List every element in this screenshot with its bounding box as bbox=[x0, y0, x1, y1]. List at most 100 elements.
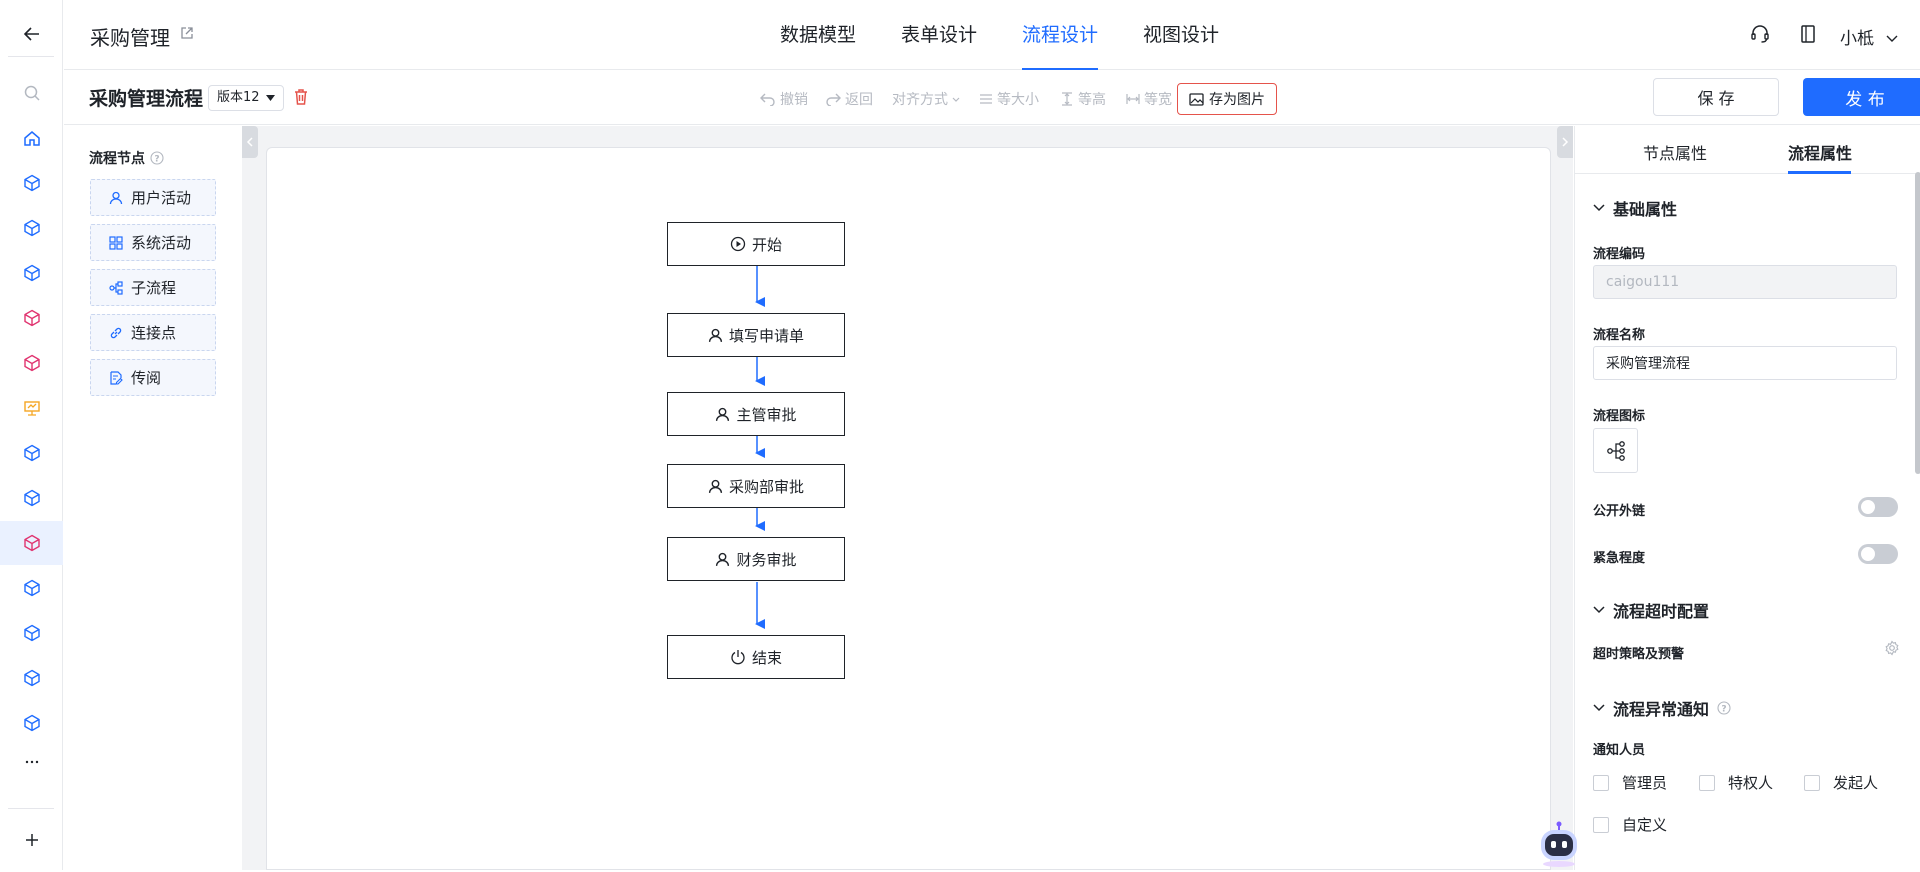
notify-checkbox-custom[interactable]: 自定义 bbox=[1593, 814, 1667, 835]
link-icon bbox=[110, 327, 122, 338]
properties-panel: 节点属性 流程属性 基础属性 流程编码 流程名称 流程图标 公开外链 紧急程度 … bbox=[1574, 126, 1920, 870]
process-icon-picker[interactable] bbox=[1593, 428, 1638, 473]
home-icon[interactable] bbox=[0, 116, 63, 160]
assistant-bot-icon[interactable] bbox=[1536, 820, 1582, 868]
save-as-image-button[interactable]: 存为图片 bbox=[1177, 83, 1277, 115]
main-tabs: 数据模型 表单设计 流程设计 视图设计 bbox=[780, 0, 1264, 70]
cube-icon[interactable] bbox=[0, 251, 63, 295]
collapse-right-button[interactable] bbox=[1557, 126, 1573, 158]
flow-name: 采购管理流程 bbox=[89, 88, 204, 110]
app-title: 采购管理 bbox=[90, 26, 170, 50]
help-icon[interactable]: ? bbox=[150, 151, 164, 165]
cube-icon[interactable] bbox=[0, 521, 63, 565]
section-exception-notify[interactable]: 流程异常通知 ? bbox=[1593, 696, 1731, 720]
checkbox-box[interactable] bbox=[1593, 774, 1609, 791]
external-link-icon[interactable] bbox=[180, 25, 194, 44]
subflow-icon bbox=[109, 280, 123, 295]
flow-node-start[interactable]: 开始 bbox=[667, 222, 845, 266]
save-button[interactable]: 保 存 bbox=[1653, 78, 1779, 116]
palette-item-label: 传阅 bbox=[131, 369, 162, 387]
flow-node-label: 财务审批 bbox=[736, 550, 797, 569]
flow-node-fill-application[interactable]: 填写申请单 bbox=[667, 313, 845, 357]
flow-node-end[interactable]: 结束 bbox=[667, 635, 845, 679]
search-icon[interactable] bbox=[0, 71, 63, 115]
help-icon[interactable]: ? bbox=[1717, 701, 1731, 715]
more-icon[interactable] bbox=[0, 740, 63, 784]
active-tab-indicator bbox=[1788, 171, 1851, 174]
notify-checkbox-admin[interactable]: 管理员 bbox=[1593, 772, 1667, 793]
cube-icon[interactable] bbox=[0, 296, 63, 340]
document-edit-icon bbox=[110, 370, 123, 385]
palette-item-user-activity[interactable]: 用户活动 bbox=[90, 179, 216, 216]
public-link-toggle[interactable] bbox=[1858, 497, 1898, 517]
palette-item-label: 系统活动 bbox=[131, 234, 192, 252]
chevron-left-icon bbox=[246, 137, 253, 147]
flow-node-supervisor-approval[interactable]: 主管审批 bbox=[667, 392, 845, 436]
undo-label: 撤销 bbox=[780, 92, 808, 108]
code-input bbox=[1593, 265, 1897, 299]
flow-node-finance-approval[interactable]: 财务审批 bbox=[667, 537, 845, 581]
palette-item-label: 用户活动 bbox=[131, 189, 192, 207]
checkbox-label: 发起人 bbox=[1833, 774, 1879, 792]
checkbox-box[interactable] bbox=[1804, 774, 1820, 791]
palette-item-label: 连接点 bbox=[131, 324, 177, 342]
cube-icon[interactable] bbox=[0, 656, 63, 700]
tab-data-model[interactable]: 数据模型 bbox=[780, 0, 856, 70]
flow-tree-icon bbox=[1606, 440, 1625, 461]
headset-icon[interactable] bbox=[1750, 24, 1770, 48]
tab-node-properties[interactable]: 节点属性 bbox=[1643, 140, 1707, 164]
tab-form-design[interactable]: 表单设计 bbox=[901, 0, 977, 70]
user-icon bbox=[109, 191, 123, 204]
cube-icon[interactable] bbox=[0, 476, 63, 520]
cube-icon[interactable] bbox=[0, 566, 63, 610]
same-height-button[interactable]: 等高 bbox=[1060, 89, 1106, 109]
cube-icon[interactable] bbox=[0, 701, 63, 745]
tab-process-properties[interactable]: 流程属性 bbox=[1788, 140, 1852, 164]
plus-icon[interactable] bbox=[0, 818, 63, 862]
user-menu[interactable]: 小柢 bbox=[1840, 24, 1899, 49]
collapse-left-button[interactable] bbox=[242, 126, 258, 158]
publish-button[interactable]: 发 布 bbox=[1803, 78, 1920, 116]
redo-button[interactable]: 返回 bbox=[825, 89, 873, 109]
cube-icon[interactable] bbox=[0, 611, 63, 655]
cube-icon[interactable] bbox=[0, 206, 63, 250]
section-timeout[interactable]: 流程超时配置 bbox=[1593, 598, 1709, 622]
left-rail bbox=[0, 0, 63, 870]
tab-view-design[interactable]: 视图设计 bbox=[1143, 0, 1219, 70]
palette-item-connector[interactable]: 连接点 bbox=[90, 314, 216, 351]
book-icon[interactable] bbox=[1799, 24, 1817, 48]
cube-icon[interactable] bbox=[0, 161, 63, 205]
same-width-button[interactable]: 等宽 bbox=[1126, 89, 1172, 109]
version-label: 版本12 bbox=[217, 90, 260, 105]
name-input[interactable] bbox=[1593, 346, 1897, 380]
checkbox-box[interactable] bbox=[1699, 774, 1715, 791]
same-size-button[interactable]: 等大小 bbox=[979, 89, 1039, 109]
cube-icon[interactable] bbox=[0, 431, 63, 475]
settings-gear-icon[interactable] bbox=[1884, 640, 1900, 660]
checkbox-box[interactable] bbox=[1593, 816, 1609, 833]
user-icon bbox=[708, 479, 723, 493]
flow-node-purchasing-approval[interactable]: 采购部审批 bbox=[667, 464, 845, 508]
cube-icon[interactable] bbox=[0, 341, 63, 385]
section-title: 流程异常通知 bbox=[1613, 700, 1710, 719]
back-arrow-icon[interactable] bbox=[0, 12, 63, 56]
chevron-down-icon bbox=[952, 97, 960, 102]
version-select[interactable]: 版本12 bbox=[208, 85, 284, 111]
power-icon bbox=[731, 650, 745, 665]
notify-checkbox-initiator[interactable]: 发起人 bbox=[1804, 772, 1878, 793]
timeout-policy-label: 超时策略及预警 bbox=[1593, 647, 1685, 662]
same-height-label: 等高 bbox=[1078, 92, 1106, 108]
notify-checkbox-privileged[interactable]: 特权人 bbox=[1699, 772, 1773, 793]
delete-icon[interactable] bbox=[293, 88, 309, 110]
urgency-toggle[interactable] bbox=[1858, 544, 1898, 564]
align-dropdown[interactable]: 对齐方式 bbox=[892, 89, 960, 109]
tab-process-design[interactable]: 流程设计 bbox=[1022, 0, 1099, 70]
section-basic[interactable]: 基础属性 bbox=[1593, 196, 1677, 220]
palette-item-circulate[interactable]: 传阅 bbox=[90, 359, 216, 396]
palette-item-subprocess[interactable]: 子流程 bbox=[90, 269, 216, 306]
palette-item-system-activity[interactable]: 系统活动 bbox=[90, 224, 216, 261]
properties-scrollbar[interactable] bbox=[1915, 172, 1920, 474]
presentation-icon[interactable] bbox=[0, 386, 63, 430]
flow-canvas[interactable] bbox=[266, 147, 1551, 870]
undo-button[interactable]: 撤销 bbox=[760, 89, 808, 109]
